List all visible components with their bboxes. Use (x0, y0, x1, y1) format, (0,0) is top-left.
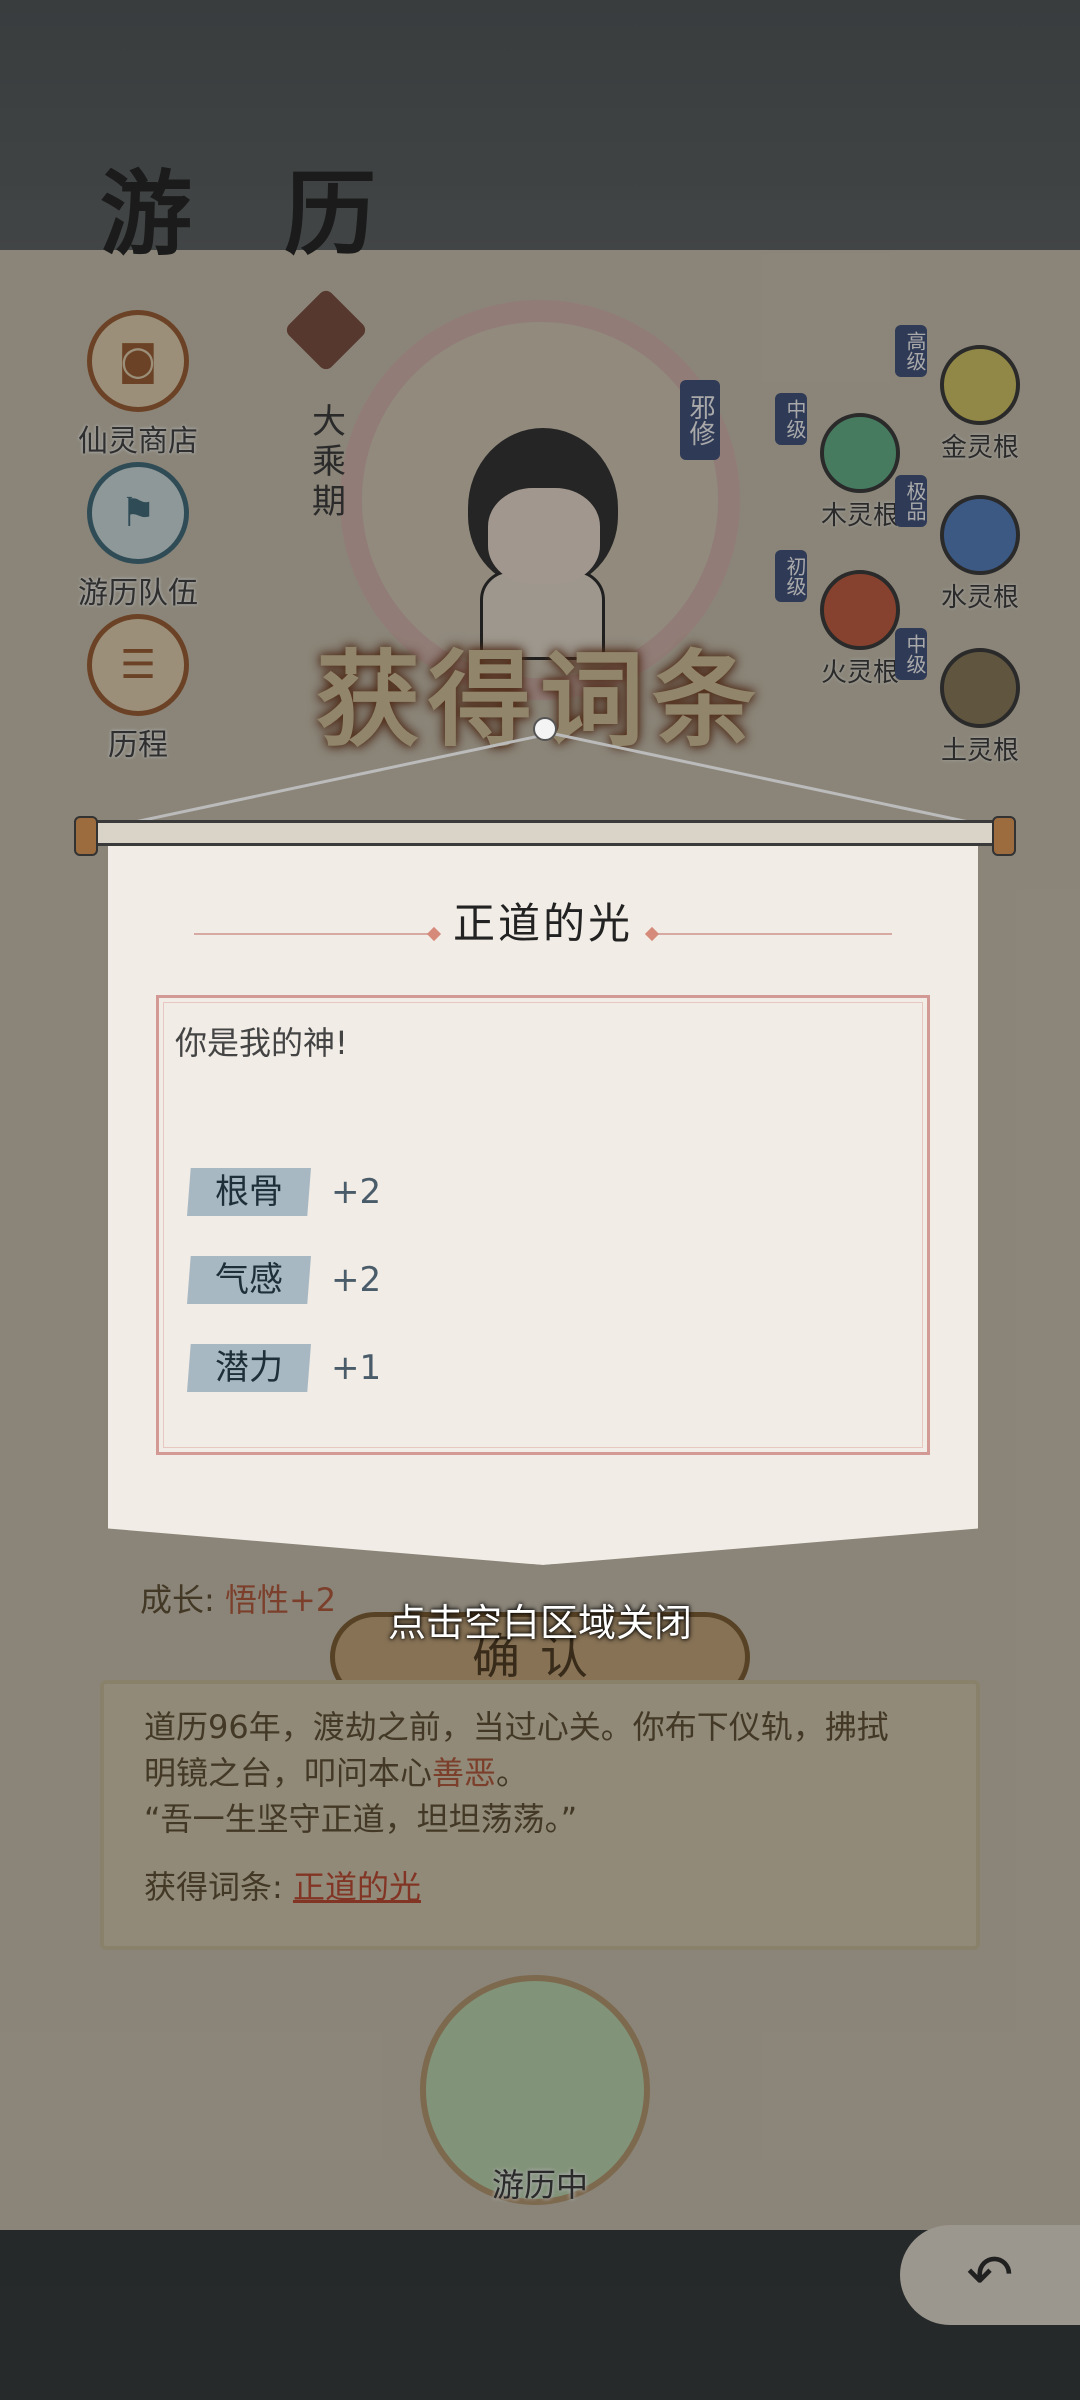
ornament-left (193, 926, 441, 941)
log-entry-link[interactable]: 正道的光 (293, 1868, 421, 1906)
modal-header: 正道的光 (108, 890, 978, 951)
team-label: 游历队伍 (78, 576, 198, 611)
stat-row: 根骨 +2 (187, 1168, 381, 1216)
log-line-1: 道历96年，渡劫之前，当过心关。你布下仪轨，拂拭 (144, 1708, 889, 1746)
log-line-3: “吾一生坚守正道，坦坦荡荡。” (144, 1800, 578, 1838)
root-label: 土灵根 (940, 736, 1019, 766)
log-text: 道历96年，渡劫之前，当过心关。你布下仪轨，拂拭 明镜之台，叩问本心善恶。 “吾… (144, 1704, 936, 1842)
entry-modal: 正道的光 你是我的神! 根骨 +2 气感 +2 潜力 +1 (108, 835, 978, 1565)
stat-name: 气感 (187, 1256, 311, 1304)
stat-name: 潜力 (187, 1344, 311, 1392)
log-line-2-end: 。 (496, 1754, 529, 1792)
scroll-icon: ☰ (87, 614, 189, 716)
log-line-2: 明镜之台，叩问本心善恶。 (144, 1750, 936, 1796)
modal-content-box: 你是我的神! 根骨 +2 气感 +2 潜力 +1 (156, 995, 930, 1455)
stat-value: +1 (331, 1348, 382, 1388)
stat-row: 气感 +2 (187, 1256, 381, 1304)
spirit-root-earth[interactable]: 中级 土灵根 (895, 628, 1055, 767)
log-highlight: 善恶 (432, 1754, 497, 1792)
hanging-pin-icon (533, 717, 557, 741)
log-entry: 获得词条: 正道的光 (144, 1862, 936, 1908)
rod-end-right (992, 816, 1016, 856)
wood-root-icon (820, 413, 900, 493)
ornament-right (645, 926, 893, 941)
stat-value: +2 (331, 1172, 382, 1212)
shop-label: 仙灵商店 (78, 424, 198, 459)
stat-row: 潜力 +1 (187, 1344, 381, 1392)
back-arrow-icon: ↶ (966, 2242, 1014, 2308)
shop-button[interactable]: ◙ 仙灵商店 (68, 310, 208, 460)
grade-badge: 中级 (895, 628, 927, 680)
history-button[interactable]: ☰ 历程 (68, 614, 208, 764)
water-root-icon (940, 495, 1020, 575)
grade-badge: 初级 (775, 550, 807, 602)
travel-log: 道历96年，渡劫之前，当过心关。你布下仪轨，拂拭 明镜之台，叩问本心善恶。 “吾… (100, 1680, 980, 1950)
team-button[interactable]: ⚑ 游历队伍 (68, 462, 208, 612)
metal-root-icon (940, 345, 1020, 425)
modal-title: 正道的光 (452, 899, 633, 948)
entry-description: 你是我的神! (175, 1024, 348, 1062)
team-flag-icon: ⚑ (87, 462, 189, 564)
earth-root-icon (940, 648, 1020, 728)
log-line-2-start: 明镜之台，叩问本心 (144, 1754, 433, 1792)
back-button[interactable]: ↶ (900, 2225, 1080, 2325)
grade-badge: 极品 (895, 475, 927, 527)
close-hint: 点击空白区域关闭 (387, 1601, 692, 1645)
page-title: 游 历 (100, 160, 407, 268)
shop-icon: ◙ (87, 310, 189, 412)
grade-badge: 中级 (775, 393, 807, 445)
log-entry-label: 获得词条: (144, 1868, 283, 1906)
character-face (488, 488, 600, 584)
stat-value: +2 (331, 1260, 382, 1300)
history-label: 历程 (108, 728, 168, 763)
scroll-rod (78, 820, 1008, 846)
fire-root-icon (820, 570, 900, 650)
travel-status-label: 游历中 (491, 2166, 588, 2204)
grade-badge: 高级 (895, 325, 927, 377)
cultivation-path-tag: 邪修 (680, 380, 720, 460)
realm-label: 大乘期 (312, 402, 346, 522)
stat-name: 根骨 (187, 1168, 311, 1216)
rod-end-left (74, 816, 98, 856)
